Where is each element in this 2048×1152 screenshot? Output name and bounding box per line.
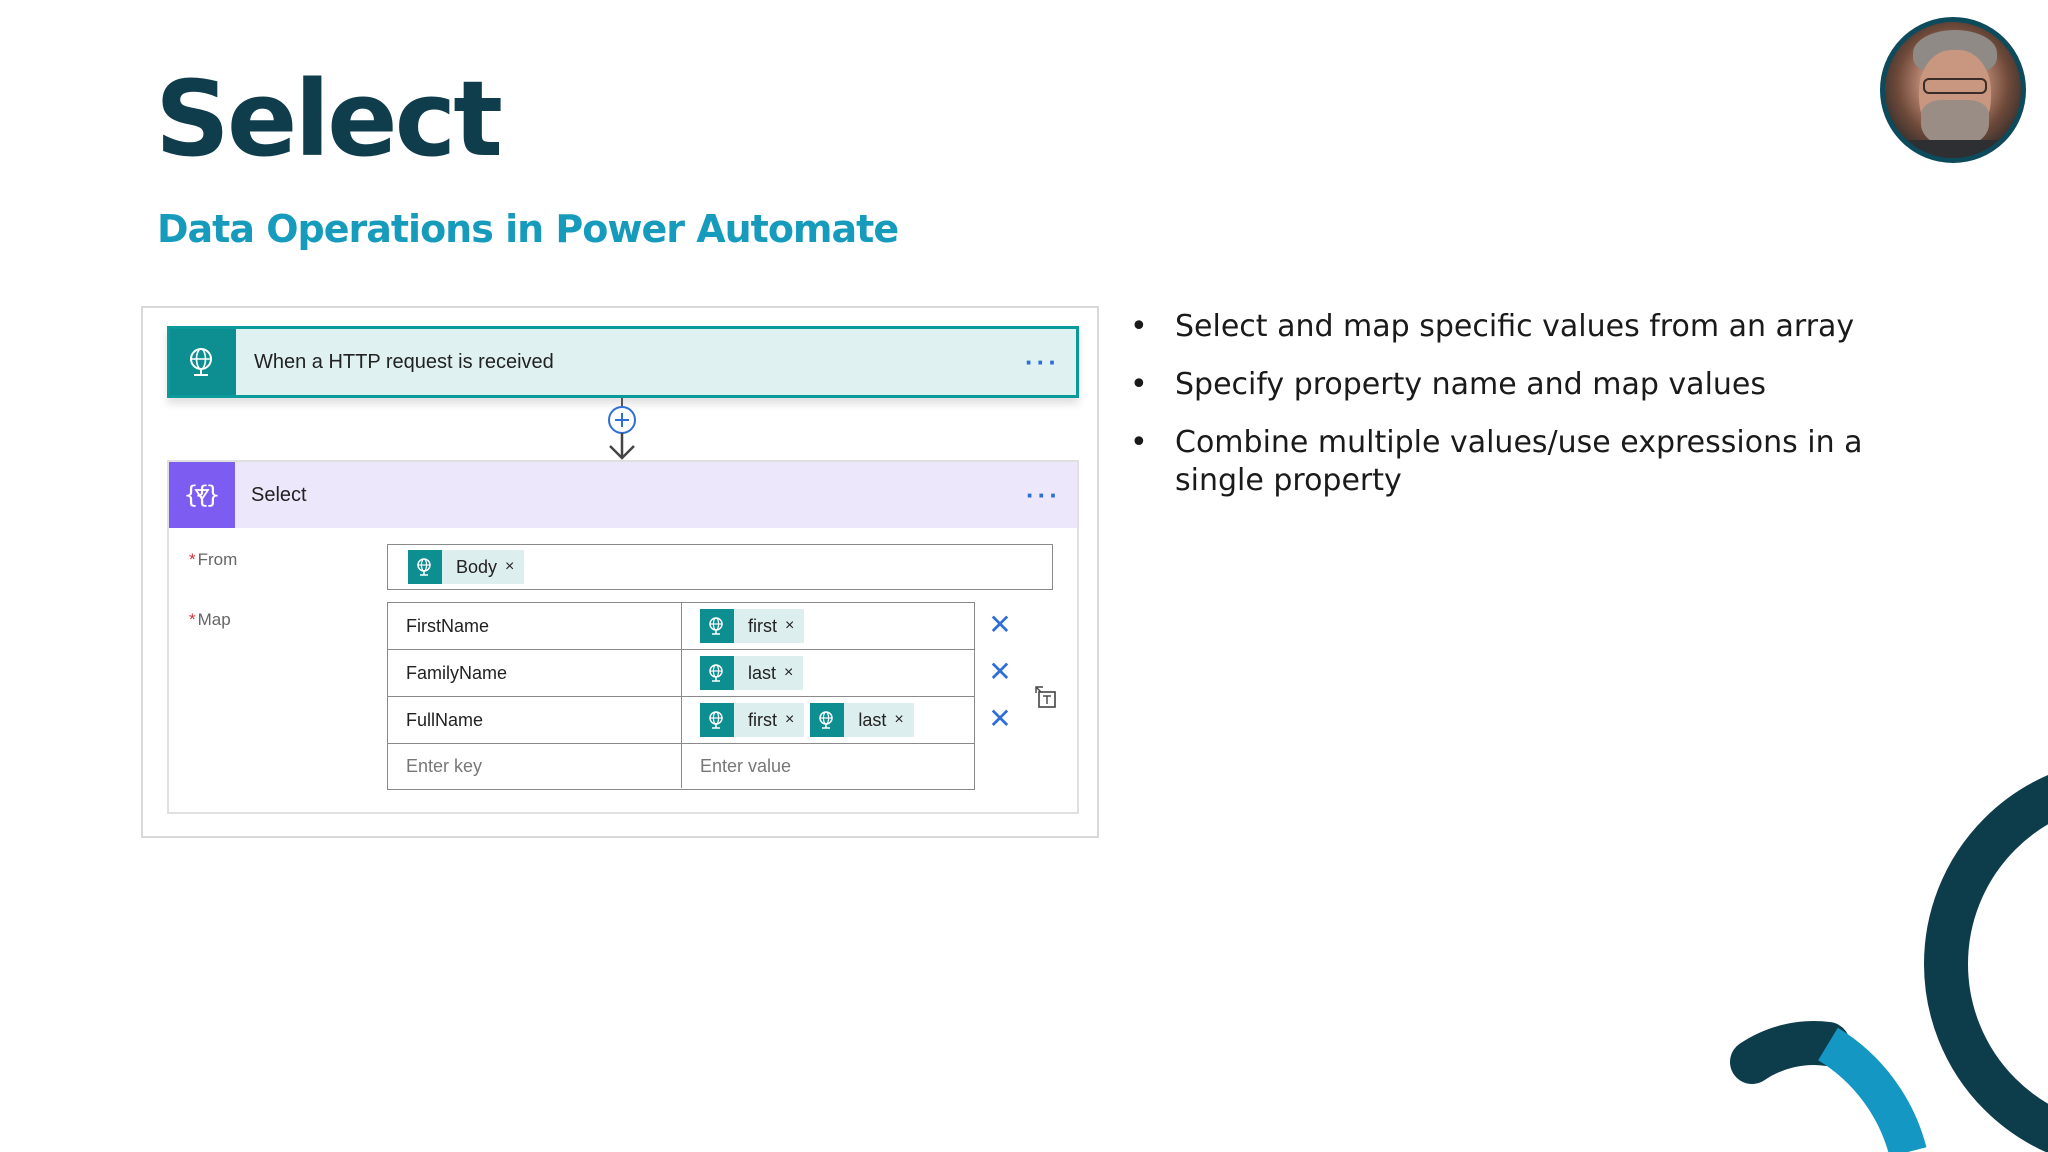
decorative-arcs [1730, 775, 2048, 1152]
decorative-arc-dark [1730, 1021, 1850, 1084]
decorative-arc-light [1817, 1027, 1927, 1152]
decorative-arc-large [1924, 775, 2048, 1152]
